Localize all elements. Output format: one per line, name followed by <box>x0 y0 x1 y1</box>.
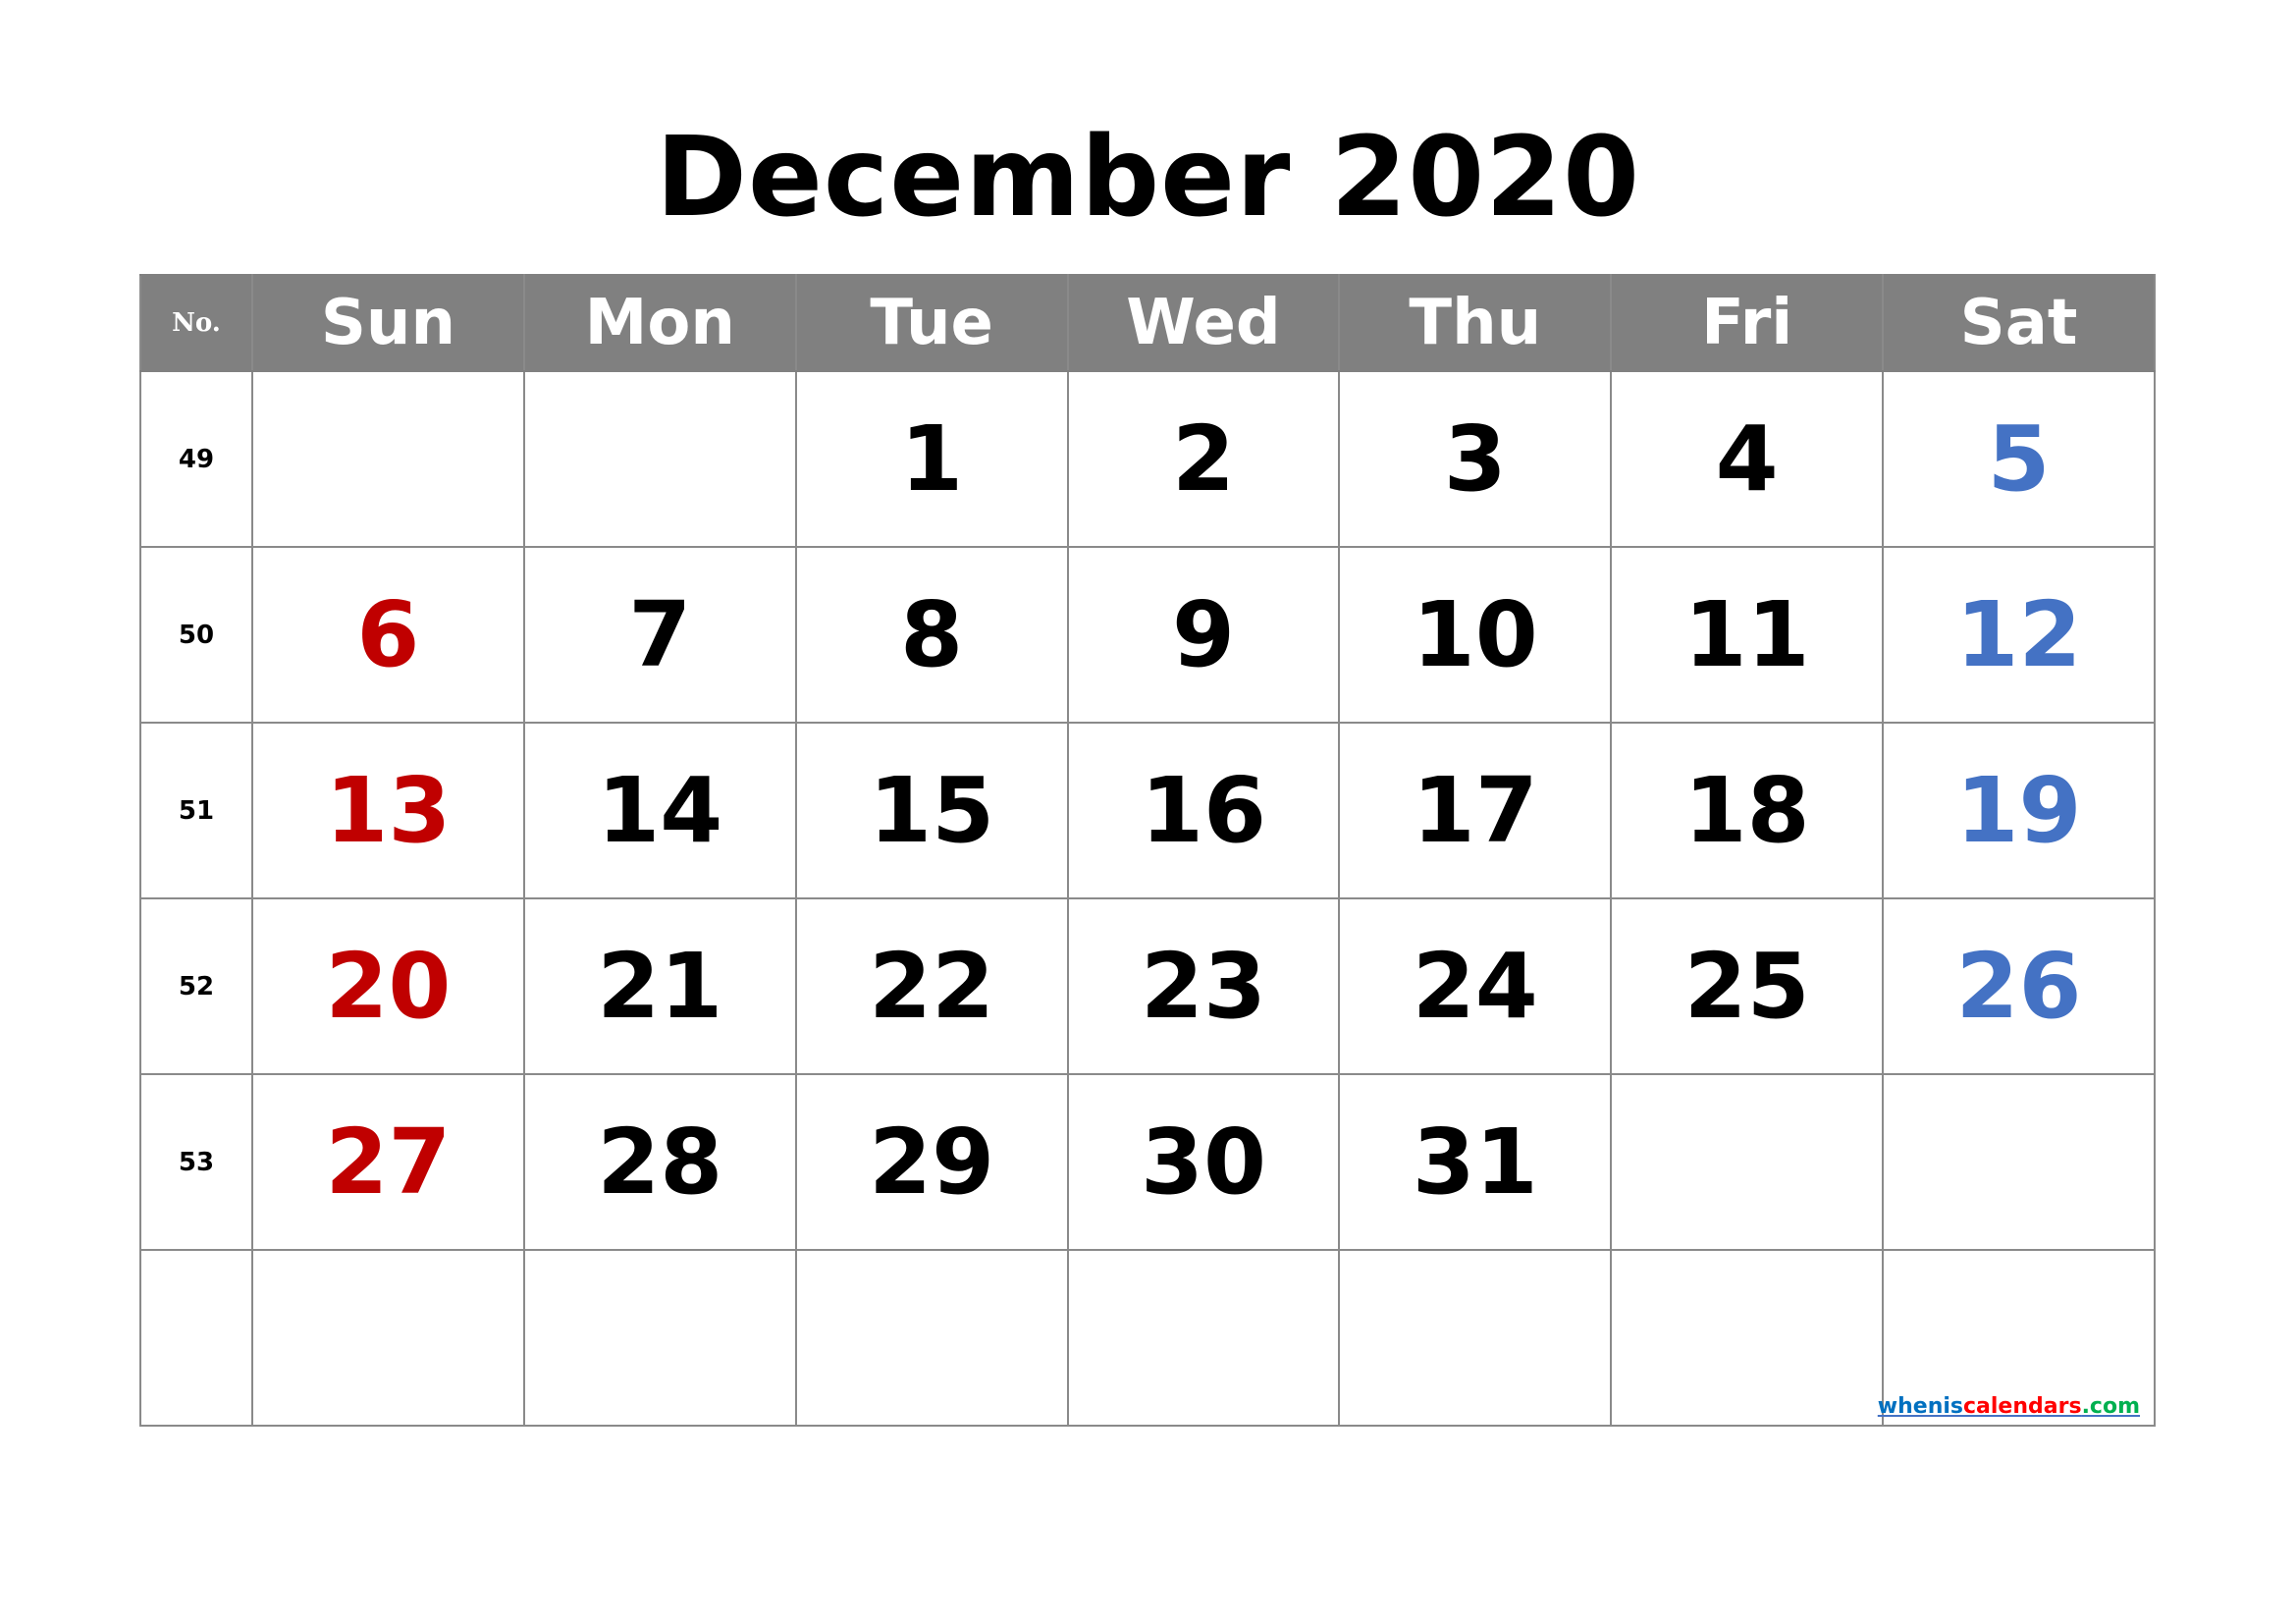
day-cell: 23 <box>1066 897 1341 1075</box>
week-number: 49 <box>139 370 253 548</box>
day-cell: 13 <box>251 722 525 899</box>
day-cell-with-watermark: wheniscalendars.com <box>1878 1249 2156 1427</box>
day-cell <box>522 1249 797 1427</box>
day-cell: 21 <box>522 897 797 1075</box>
day-cell: 27 <box>251 1073 525 1251</box>
day-cell: 8 <box>794 546 1069 724</box>
day-cell: 28 <box>522 1073 797 1251</box>
week-number-header: No. <box>139 274 253 372</box>
day-cell <box>1882 1073 2156 1251</box>
week-row: wheniscalendars.com <box>139 1249 2156 1427</box>
weekday-header-sun: Sun <box>251 274 525 372</box>
day-cell: 29 <box>794 1073 1069 1251</box>
website-link-part-com: .com <box>2081 1394 2140 1419</box>
day-cell: 2 <box>1066 370 1341 548</box>
day-cell: 5 <box>1882 370 2156 548</box>
day-cell <box>1066 1249 1341 1427</box>
day-cell <box>1338 1249 1613 1427</box>
week-number: 51 <box>139 722 253 899</box>
day-cell: 7 <box>522 546 797 724</box>
day-cell: 24 <box>1338 897 1613 1075</box>
weekday-header-wed: Wed <box>1066 274 1341 372</box>
day-cell: 20 <box>251 897 525 1075</box>
day-cell: 6 <box>251 546 525 724</box>
week-number: 50 <box>139 546 253 724</box>
week-number: 52 <box>139 897 253 1075</box>
website-link-part-calendars: calendars <box>1963 1394 2082 1419</box>
day-cell: 26 <box>1882 897 2156 1075</box>
day-cell: 25 <box>1610 897 1885 1075</box>
day-cell: 22 <box>794 897 1069 1075</box>
week-row: 51 13 14 15 16 17 18 19 <box>139 722 2156 899</box>
week-row: 50 6 7 8 9 10 11 12 <box>139 546 2156 724</box>
day-cell <box>251 1249 525 1427</box>
day-cell: 30 <box>1066 1073 1341 1251</box>
day-cell: 14 <box>522 722 797 899</box>
website-link[interactable]: wheniscalendars.com <box>1878 1394 2140 1419</box>
day-cell: 1 <box>794 370 1069 548</box>
day-cell: 10 <box>1338 546 1613 724</box>
day-cell: 12 <box>1882 546 2156 724</box>
day-cell: 17 <box>1338 722 1613 899</box>
day-cell <box>1610 1249 1885 1427</box>
day-cell: 19 <box>1882 722 2156 899</box>
weekday-header-mon: Mon <box>522 274 797 372</box>
day-cell <box>794 1249 1069 1427</box>
day-cell: 4 <box>1610 370 1885 548</box>
day-cell <box>1610 1073 1885 1251</box>
weekday-header-sat: Sat <box>1882 274 2156 372</box>
website-link-part-whenis: whenis <box>1877 1394 1963 1419</box>
calendar-title: December 2020 <box>655 114 1641 242</box>
day-cell: 3 <box>1338 370 1613 548</box>
week-number: 53 <box>139 1073 253 1251</box>
calendar-grid: No. Sun Mon Tue Wed Thu Fri Sat 49 1 2 3… <box>139 274 2156 1427</box>
day-cell: 16 <box>1066 722 1341 899</box>
weekday-header-fri: Fri <box>1610 274 1885 372</box>
week-row: 53 27 28 29 30 31 <box>139 1073 2156 1251</box>
day-cell: 11 <box>1610 546 1885 724</box>
week-row: 49 1 2 3 4 5 <box>139 370 2156 548</box>
day-cell: 18 <box>1610 722 1885 899</box>
week-row: 52 20 21 22 23 24 25 26 <box>139 897 2156 1075</box>
day-cell: 15 <box>794 722 1069 899</box>
week-number <box>139 1249 253 1427</box>
day-cell <box>251 370 525 548</box>
day-cell <box>522 370 797 548</box>
weekday-header-thu: Thu <box>1338 274 1613 372</box>
weekday-header-row: No. Sun Mon Tue Wed Thu Fri Sat <box>139 274 2156 372</box>
day-cell: 31 <box>1338 1073 1613 1251</box>
weekday-header-tue: Tue <box>794 274 1069 372</box>
day-cell: 9 <box>1066 546 1341 724</box>
